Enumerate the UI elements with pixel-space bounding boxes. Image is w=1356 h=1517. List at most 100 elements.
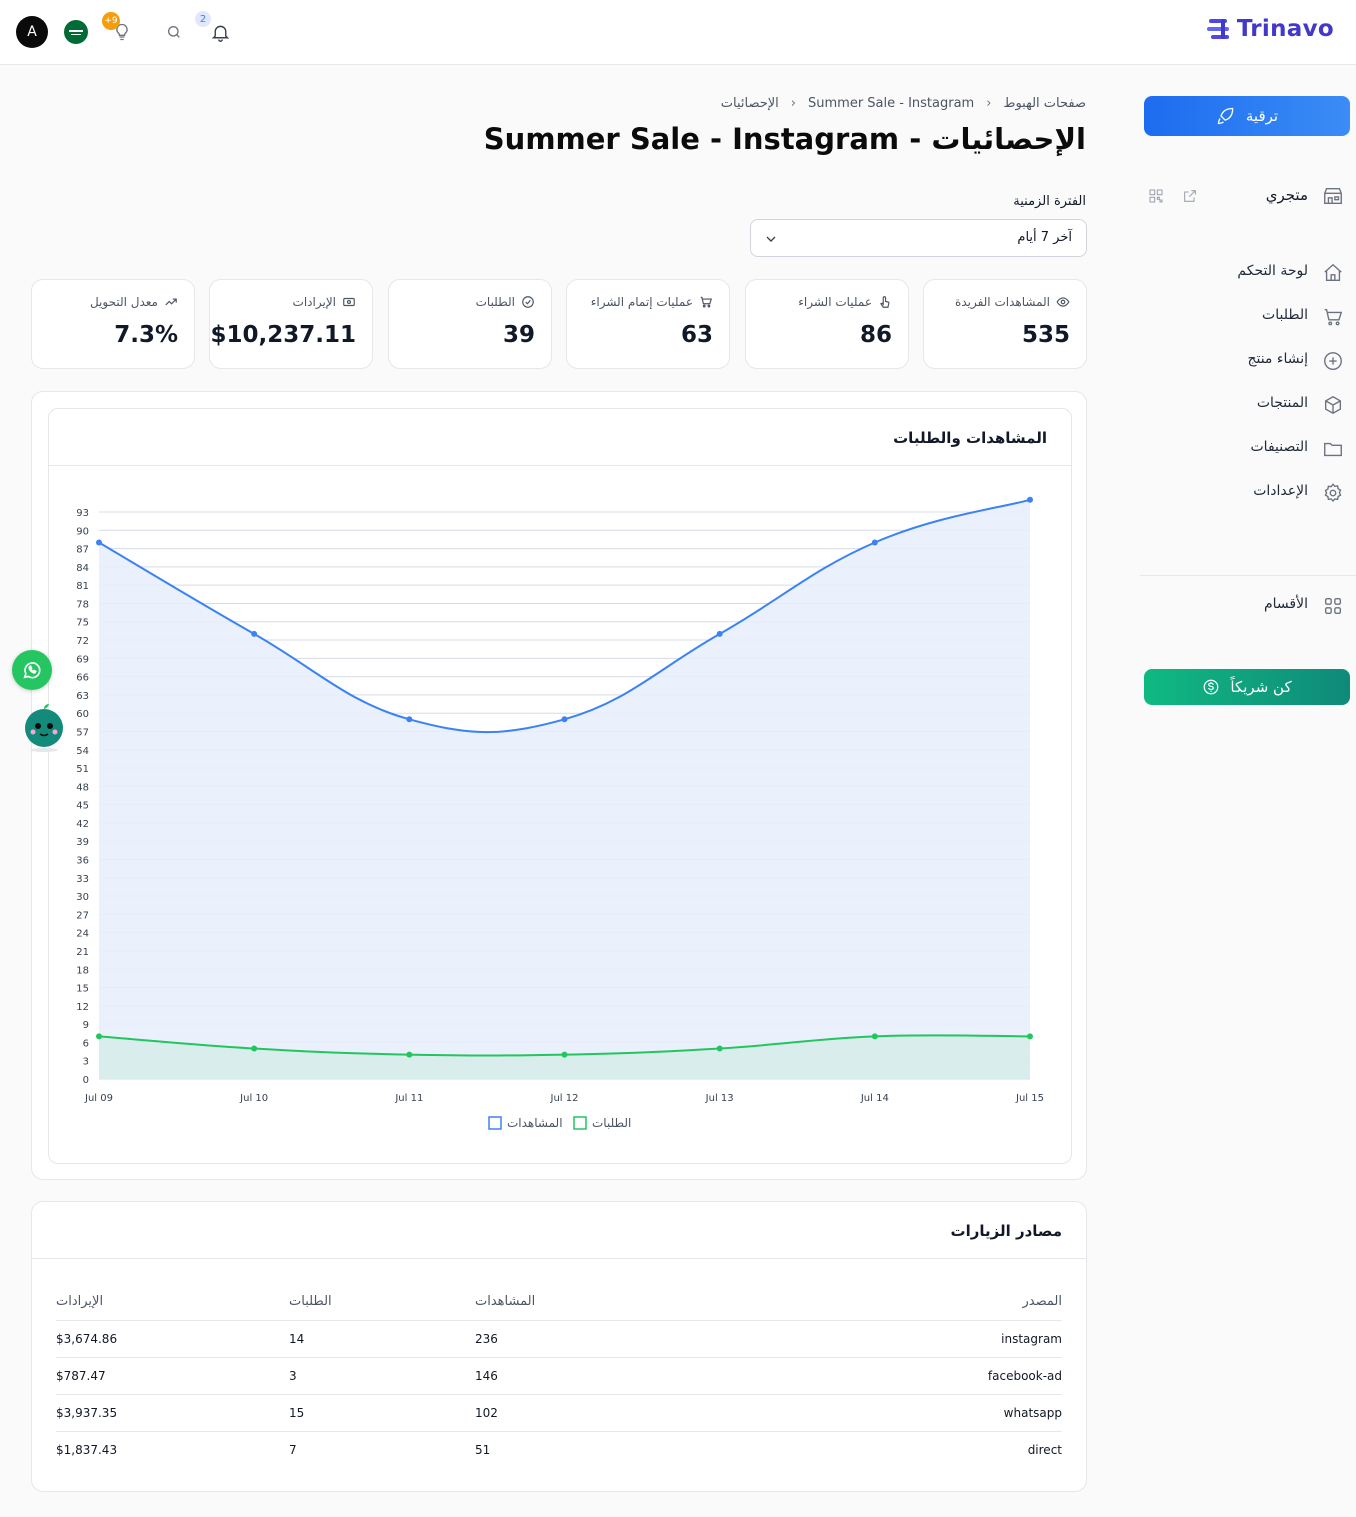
source-views: 102 xyxy=(475,1406,498,1420)
x-tick-label: Jul 14 xyxy=(860,1093,889,1104)
stat-label: عمليات الشراء xyxy=(798,295,872,309)
stat-card-unique-views: المشاهدات الفريدة 535 xyxy=(923,279,1087,369)
y-tick-label: 39 xyxy=(76,837,89,848)
table-header-row: المصدر المشاهدات الطلبات الإيرادات xyxy=(56,1285,1062,1321)
top-bar: Trinavo A +9 2 xyxy=(0,0,1356,65)
stat-label: الطلبات xyxy=(475,295,515,309)
y-tick-label: 3 xyxy=(83,1057,89,1068)
period-label: الفترة الزمنية xyxy=(1013,194,1086,209)
data-point xyxy=(406,1051,413,1058)
breadcrumb-item-landing-pages[interactable]: صفحات الهبوط xyxy=(1003,96,1086,111)
data-point xyxy=(1027,496,1033,503)
page-title: الإحصائيات - Summer Sale - Instagram xyxy=(483,122,1086,156)
stat-card-conversion-rate: معدل التحويل 7.3% xyxy=(31,279,195,369)
data-point xyxy=(871,1033,878,1040)
y-tick-label: 72 xyxy=(76,636,89,647)
column-header-revenue: الإيرادات xyxy=(56,1294,104,1309)
y-tick-label: 24 xyxy=(76,929,89,940)
breadcrumb-item-page[interactable]: Summer Sale - Instagram xyxy=(808,96,974,111)
box-icon xyxy=(1324,395,1342,415)
x-tick-label: Jul 11 xyxy=(394,1093,423,1104)
y-tick-label: 33 xyxy=(76,874,89,885)
x-tick-label: Jul 12 xyxy=(550,1093,579,1104)
store-icon xyxy=(1324,187,1342,205)
source-views: 146 xyxy=(475,1369,498,1383)
sidebar-item-label: التصنيفات xyxy=(1250,439,1309,455)
sidebar: ترقية متجري لوحة التحكم الطلبات إنشاء من… xyxy=(1140,65,1356,1517)
traffic-sources-card: مصادر الزيارات المصدر المشاهدات الطلبات … xyxy=(31,1201,1087,1492)
language-flag-icon[interactable] xyxy=(64,20,88,44)
legend-swatch xyxy=(488,1116,502,1130)
brand-logo[interactable]: Trinavo xyxy=(1206,16,1334,42)
y-tick-label: 21 xyxy=(76,947,89,958)
data-point xyxy=(96,539,102,546)
sidebar-item-settings[interactable]: الإعدادات xyxy=(1148,479,1344,507)
notifications-button[interactable] xyxy=(208,20,232,44)
whatsapp-button[interactable] xyxy=(12,650,52,690)
rocket-icon xyxy=(1217,107,1234,125)
legend-label: الطلبات xyxy=(592,1116,631,1130)
source-orders: 15 xyxy=(289,1406,305,1420)
sidebar-item-orders[interactable]: الطلبات xyxy=(1148,303,1344,331)
stat-label: المشاهدات الفريدة xyxy=(955,295,1050,309)
qr-code-icon[interactable] xyxy=(1148,188,1164,204)
period-value: آخر 7 أيام xyxy=(1017,230,1072,245)
y-tick-label: 66 xyxy=(76,673,89,684)
external-link-icon[interactable] xyxy=(1182,188,1198,204)
y-tick-label: 57 xyxy=(76,727,89,738)
breadcrumb: صفحات الهبوط ‹ Summer Sale - Instagram ‹… xyxy=(721,96,1086,111)
sidebar-item-categories[interactable]: التصنيفات xyxy=(1148,435,1344,463)
cash-icon xyxy=(343,297,355,307)
column-header-orders: الطلبات xyxy=(289,1294,332,1309)
source-revenue: $787.47 xyxy=(56,1369,106,1383)
column-header-views: المشاهدات xyxy=(475,1294,536,1309)
cart-icon xyxy=(1324,308,1343,326)
sidebar-item-create-product[interactable]: إنشاء منتج xyxy=(1148,347,1344,375)
upgrade-button[interactable]: ترقية xyxy=(1144,96,1350,136)
y-tick-label: 45 xyxy=(76,801,89,812)
source-revenue: $1,837.43 xyxy=(56,1443,118,1457)
sidebar-item-dashboard[interactable]: لوحة التحكم xyxy=(1148,259,1344,287)
my-store-row[interactable]: متجري xyxy=(1148,182,1344,210)
stat-value: 63 xyxy=(680,322,713,348)
home-icon xyxy=(1324,263,1342,282)
legend-label: المشاهدات xyxy=(507,1116,563,1130)
dollar-circle-icon xyxy=(1204,679,1219,695)
assistant-mascot-icon[interactable] xyxy=(22,702,66,752)
stat-label: عمليات إتمام الشراء xyxy=(590,295,693,309)
search-button[interactable] xyxy=(164,22,184,42)
source-name: whatsapp xyxy=(1003,1406,1062,1420)
stat-value: 39 xyxy=(502,322,535,348)
sources-table: المصدر المشاهدات الطلبات الإيرادات insta… xyxy=(56,1285,1062,1469)
sources-title: مصادر الزيارات xyxy=(950,1222,1062,1240)
table-row: instagram 236 14 $3,674.86 xyxy=(56,1321,1062,1358)
chevron-left-icon: ‹ xyxy=(986,96,992,111)
store-label: متجري xyxy=(1265,186,1308,204)
data-point xyxy=(251,1045,258,1052)
stat-value: $10,237.11 xyxy=(210,322,356,348)
breadcrumb-item-current: الإحصائيات xyxy=(720,96,779,111)
sidebar-item-products[interactable]: المنتجات xyxy=(1148,391,1344,419)
pointer-icon xyxy=(880,296,890,308)
y-tick-label: 15 xyxy=(76,984,89,995)
stat-card-revenue: الإيرادات $10,237.11 xyxy=(209,279,373,369)
become-partner-button[interactable]: كن شريكاً xyxy=(1144,669,1350,705)
source-orders: 14 xyxy=(289,1332,305,1346)
source-orders: 3 xyxy=(289,1369,297,1383)
sidebar-item-label: إنشاء منتج xyxy=(1247,351,1308,367)
chart-card: المشاهدات والطلبات 0 3 6 9 12 15 18 21 24 27 30 33 3… xyxy=(48,408,1072,1164)
y-tick-label: 90 xyxy=(76,526,89,537)
y-tick-label: 51 xyxy=(76,764,89,775)
x-tick-label: Jul 09 xyxy=(84,1093,113,1104)
sidebar-item-label: الطلبات xyxy=(1262,307,1308,323)
y-tick-label: 27 xyxy=(76,910,89,921)
chevron-left-icon: ‹ xyxy=(790,96,796,111)
y-tick-label: 9 xyxy=(83,1020,89,1031)
user-avatar[interactable]: A xyxy=(16,16,48,48)
y-tick-label: 18 xyxy=(76,965,89,976)
sidebar-item-label: الأقسام xyxy=(1264,596,1308,612)
data-point xyxy=(251,630,258,637)
sidebar-item-sections[interactable]: الأقسام xyxy=(1148,592,1344,620)
source-views: 51 xyxy=(475,1443,491,1457)
period-select[interactable]: آخر 7 أيام xyxy=(750,219,1087,257)
